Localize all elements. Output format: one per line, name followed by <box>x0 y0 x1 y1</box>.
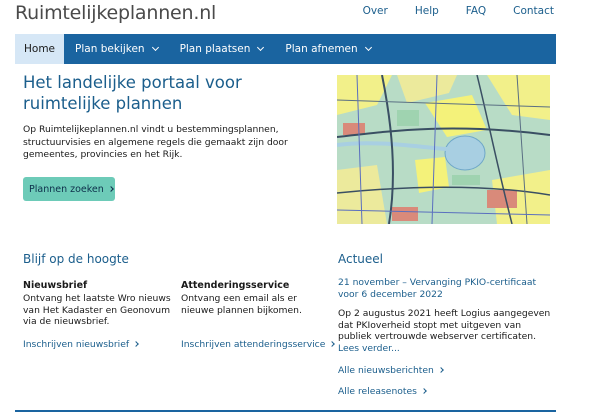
nav-item-label: Home <box>24 43 56 55</box>
news-item-body: Op 2 augustus 2021 heeft Logius aangegev… <box>338 308 551 342</box>
button-label: Plannen zoeken <box>29 183 104 195</box>
plannen-zoeken-button[interactable]: Plannen zoeken <box>23 177 115 201</box>
link-label: Alle releasenotes <box>338 386 417 397</box>
alle-releasenotes-link[interactable]: Alle releasenotes <box>338 386 427 397</box>
hero-title: Het landelijke portaal voor ruimtelijke … <box>23 73 242 113</box>
lees-verder-link[interactable]: Lees verder... <box>338 343 400 354</box>
chevron-down-icon <box>257 43 265 51</box>
top-link-faq[interactable]: FAQ <box>466 5 486 17</box>
plan-map-image <box>337 75 550 224</box>
top-links: Over Help FAQ Contact <box>336 5 554 17</box>
chevron-down-icon <box>364 43 372 51</box>
chevron-right-icon <box>421 388 427 394</box>
top-link-help[interactable]: Help <box>415 5 439 17</box>
top-link-contact[interactable]: Contact <box>513 5 554 17</box>
attenderingsservice-text: Ontvang een email als er nieuwe plannen … <box>181 293 302 316</box>
footer-divider <box>15 410 556 412</box>
chevron-right-icon <box>133 341 139 347</box>
actueel-title: Actueel <box>338 252 384 266</box>
news-item-text: Op 2 augustus 2021 heeft Logius aangegev… <box>338 308 553 354</box>
inschrijven-nieuwsbrief-link[interactable]: Inschrijven nieuwsbrief <box>23 339 139 350</box>
nav-item-label: Plan afnemen <box>285 43 358 55</box>
nav-item-plan-bekijken[interactable]: Plan bekijken <box>64 34 169 64</box>
hero-text: Op Ruimtelijkeplannen.nl vindt u bestemm… <box>23 124 288 160</box>
chevron-right-icon <box>438 367 444 373</box>
chevron-down-icon <box>151 43 159 51</box>
nieuwsbrief-title: Nieuwsbrief <box>23 280 88 291</box>
nav-item-label: Plan bekijken <box>75 43 145 55</box>
alle-nieuwsberichten-link[interactable]: Alle nieuwsberichten <box>338 365 444 376</box>
nav-item-plan-plaatsen[interactable]: Plan plaatsen <box>169 34 275 64</box>
nav-item-plan-afnemen[interactable]: Plan afnemen <box>274 34 381 64</box>
main-nav: Home Plan bekijken Plan plaatsen Plan af… <box>15 34 556 64</box>
news-item-link[interactable]: 21 november – Vervanging PKIO-certificaa… <box>338 277 553 300</box>
link-label: Inschrijven nieuwsbrief <box>23 339 130 350</box>
blijf-op-de-hoogte-title: Blijf op de hoogte <box>23 252 129 266</box>
nav-item-label: Plan plaatsen <box>179 43 251 55</box>
inschrijven-attenderingsservice-link[interactable]: Inschrijven attenderingsservice <box>181 339 336 350</box>
nieuwsbrief-text: Ontvang het laatste Wro nieuws van Het K… <box>23 293 171 327</box>
chevron-right-icon <box>329 341 336 347</box>
site-logo[interactable]: Ruimtelijkeplannen.nl <box>15 2 216 24</box>
top-link-over[interactable]: Over <box>363 5 388 17</box>
link-label: Alle nieuwsberichten <box>338 365 434 376</box>
link-label: Inschrijven attenderingsservice <box>181 339 326 350</box>
attenderingsservice-title: Attenderingsservice <box>181 280 290 291</box>
chevron-right-icon <box>107 186 114 192</box>
nav-item-home[interactable]: Home <box>15 34 65 64</box>
